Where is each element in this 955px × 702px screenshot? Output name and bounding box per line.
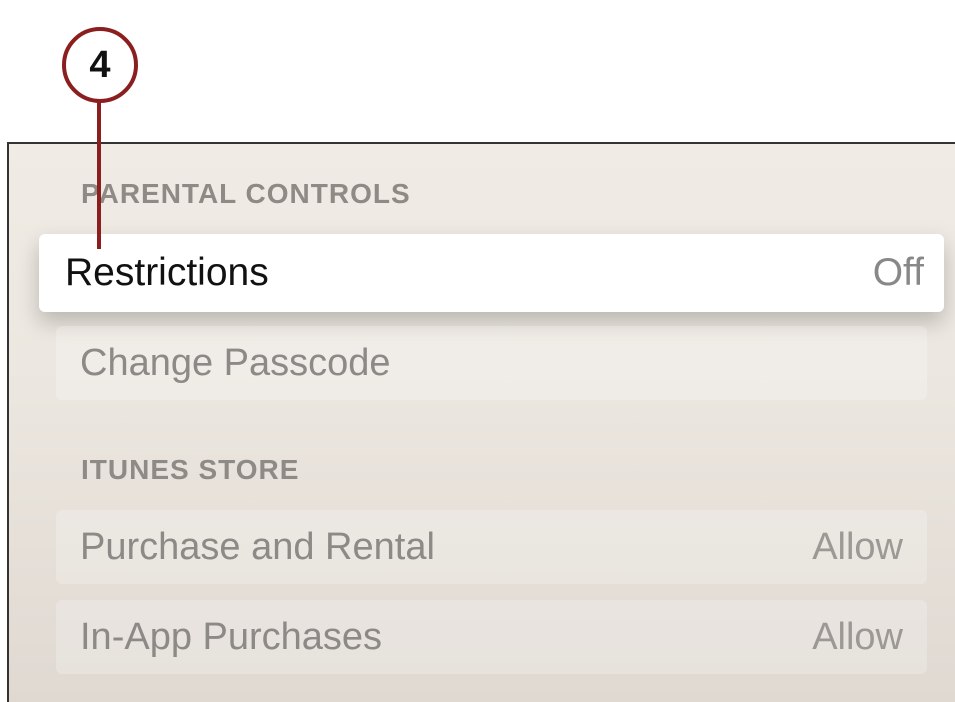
restrictions-value: Off <box>872 251 924 294</box>
section-header-parental-controls: PARENTAL CONTROLS <box>81 178 411 209</box>
purchase-and-rental-row[interactable]: Purchase and Rental Allow <box>56 510 927 584</box>
purchase-and-rental-label: Purchase and Rental <box>80 525 435 568</box>
change-passcode-label: Change Passcode <box>80 341 391 384</box>
change-passcode-row[interactable]: Change Passcode <box>56 326 927 400</box>
in-app-purchases-label: In-App Purchases <box>80 615 383 658</box>
in-app-purchases-row[interactable]: In-App Purchases Allow <box>56 600 927 674</box>
section-header-itunes-store: ITUNES STORE <box>81 454 300 485</box>
callout-pointer-line <box>97 101 101 249</box>
settings-screen: PARENTAL CONTROLS Restrictions Off Chang… <box>7 142 955 702</box>
purchase-and-rental-value: Allow <box>812 525 903 568</box>
callout-marker: 4 <box>62 27 138 103</box>
in-app-purchases-value: Allow <box>812 615 903 658</box>
restrictions-row[interactable]: Restrictions Off <box>39 234 944 312</box>
page: 4 PARENTAL CONTROLS Restrictions Off Cha… <box>0 0 955 702</box>
callout-number: 4 <box>89 43 111 86</box>
restrictions-label: Restrictions <box>65 251 269 294</box>
